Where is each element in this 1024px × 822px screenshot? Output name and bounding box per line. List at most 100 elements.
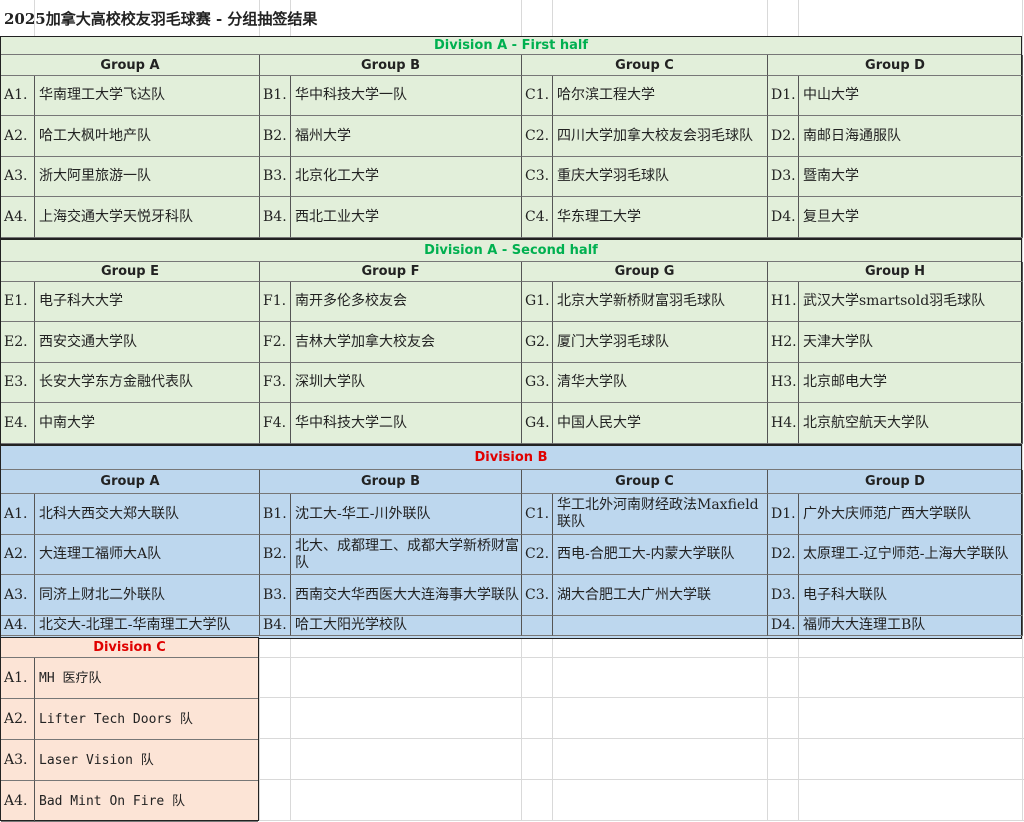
team-name[interactable]: 同济上财北二外联队 — [35, 575, 260, 616]
team-name[interactable]: 吉林大学加拿大校友会 — [291, 322, 522, 363]
team-name[interactable]: 华东理工大学 — [553, 197, 768, 238]
seed-code: F4. — [260, 403, 291, 444]
team-name[interactable]: 华南理工大学飞达队 — [35, 76, 260, 116]
seed-code: B1. — [260, 494, 291, 535]
seed-code: C2. — [522, 535, 553, 575]
team-name[interactable]: 北京航空航天大学队 — [799, 403, 1023, 444]
team-name[interactable]: 武汉大学smartsold羽毛球队 — [799, 282, 1023, 322]
team-name[interactable]: 中国人民大学 — [553, 403, 768, 444]
team-name[interactable]: 西安交通大学队 — [35, 322, 260, 363]
group-header-row: Group E Group F Group G Group H — [1, 262, 1023, 282]
team-name[interactable]: 西电-合肥工大-内蒙大学联队 — [553, 535, 768, 575]
team-name[interactable]: 复旦大学 — [799, 197, 1023, 238]
team-name[interactable]: 哈工大枫叶地产队 — [35, 116, 260, 157]
team-name[interactable]: 华中科技大学一队 — [291, 76, 522, 116]
table-row: E3. 长安大学东方金融代表队 F3. 深圳大学队 G3. 清华大学队 H3. 北京邮电大学 — [1, 363, 1023, 403]
seed-code: A1. — [1, 494, 35, 535]
seed-code: B1. — [260, 76, 291, 116]
seed-code: F1. — [260, 282, 291, 322]
team-name[interactable]: 北大、成都理工、成都大学新桥财富队 — [291, 535, 522, 575]
seed-code: E4. — [1, 403, 35, 444]
team-name[interactable]: 华工北外河南财经政法Maxfield联队 — [553, 494, 768, 535]
division-a-second-half: Division A - Second half Group E Group F Gr… — [0, 239, 1023, 445]
seed-code: H1. — [768, 282, 799, 322]
group-header: Group B — [260, 470, 522, 494]
team-name[interactable]: 浙大阿里旅游一队 — [35, 157, 260, 197]
seed-code: C4. — [522, 197, 553, 238]
team-name[interactable]: 北京化工大学 — [291, 157, 522, 197]
group-header: Group C — [522, 55, 768, 76]
team-name[interactable]: Lifter Tech Doors 队 — [35, 699, 258, 740]
seed-code: H4. — [768, 403, 799, 444]
division-c: Division C A1. MH 医疗队 A2. Lifter Tech Doors … — [0, 637, 259, 822]
seed-code: C3. — [522, 575, 553, 616]
team-name[interactable]: 厦门大学羽毛球队 — [553, 322, 768, 363]
team-name[interactable]: Laser Vision 队 — [35, 740, 258, 781]
team-name[interactable]: 深圳大学队 — [291, 363, 522, 403]
team-name[interactable] — [553, 616, 768, 636]
team-name[interactable]: 电子科大联队 — [799, 575, 1023, 616]
team-name[interactable]: 大连理工福师大A队 — [35, 535, 260, 575]
team-name[interactable]: 华中科技大学二队 — [291, 403, 522, 444]
team-name[interactable]: 哈尔滨工程大学 — [553, 76, 768, 116]
seed-code: D1. — [768, 494, 799, 535]
table-row: A2. 哈工大枫叶地产队 B2. 福州大学 C2. 四川大学加拿大校友会羽毛球队 D2. 南邮… — [1, 116, 1023, 157]
team-name[interactable]: 北京邮电大学 — [799, 363, 1023, 403]
team-name[interactable]: 上海交通大学天悦牙科队 — [35, 197, 260, 238]
seed-code: F3. — [260, 363, 291, 403]
table-row: E2. 西安交通大学队 F2. 吉林大学加拿大校友会 G2. 厦门大学羽毛球队 H2. 天津大… — [1, 322, 1023, 363]
team-name[interactable]: 福师大大连理工B队 — [799, 616, 1023, 636]
seed-code: B3. — [260, 157, 291, 197]
division-banner: Division B — [1, 446, 1021, 470]
team-name[interactable]: 北京大学新桥财富羽毛球队 — [553, 282, 768, 322]
team-name[interactable]: 四川大学加拿大校友会羽毛球队 — [553, 116, 768, 157]
seed-code: B2. — [260, 116, 291, 157]
seed-code: D2. — [768, 535, 799, 575]
seed-code: B2. — [260, 535, 291, 575]
team-name[interactable]: 广外大庆师范广西大学联队 — [799, 494, 1023, 535]
seed-code: E1. — [1, 282, 35, 322]
team-name[interactable]: 长安大学东方金融代表队 — [35, 363, 260, 403]
table-row: A4. 北交大-北理工-华南理工大学队 B4. 哈工大阳光学校队 D4. 福师大大连理工B… — [1, 616, 1023, 636]
seed-code: G3. — [522, 363, 553, 403]
group-header: Group D — [768, 55, 1023, 76]
team-name[interactable]: 北科大西交大郑大联队 — [35, 494, 260, 535]
team-name[interactable]: 清华大学队 — [553, 363, 768, 403]
team-name[interactable]: 北交大-北理工-华南理工大学队 — [35, 616, 260, 636]
team-name[interactable]: Bad Mint On Fire 队 — [35, 781, 258, 822]
seed-code: A4. — [1, 781, 35, 822]
table-row: A3. 浙大阿里旅游一队 B3. 北京化工大学 C3. 重庆大学羽毛球队 D3. 暨南大学 — [1, 157, 1023, 197]
team-name[interactable]: 西北工业大学 — [291, 197, 522, 238]
team-name[interactable]: 太原理工-辽宁师范-上海大学联队 — [799, 535, 1023, 575]
seed-code: D4. — [768, 197, 799, 238]
group-header: Group A — [1, 55, 260, 76]
team-name[interactable]: 中山大学 — [799, 76, 1023, 116]
team-name[interactable]: 南开多伦多校友会 — [291, 282, 522, 322]
seed-code: G4. — [522, 403, 553, 444]
team-name[interactable]: 南邮日海通服队 — [799, 116, 1023, 157]
team-name[interactable]: 沈工大-华工-川外联队 — [291, 494, 522, 535]
team-name[interactable]: 湖大合肥工大广州大学联 — [553, 575, 768, 616]
page-title: 2025加拿大高校校友羽毛球赛 - 分组抽签结果 — [4, 10, 318, 28]
seed-code: A3. — [1, 157, 35, 197]
team-name[interactable]: 电子科大大学 — [35, 282, 260, 322]
table-row: A2. Lifter Tech Doors 队 — [1, 699, 258, 740]
division-banner: Division A - Second half — [1, 240, 1021, 262]
team-name[interactable]: 中南大学 — [35, 403, 260, 444]
table-row: A1. 华南理工大学飞达队 B1. 华中科技大学一队 C1. 哈尔滨工程大学 D1. 中山大学 — [1, 76, 1023, 116]
team-name[interactable]: 天津大学队 — [799, 322, 1023, 363]
team-name[interactable]: 福州大学 — [291, 116, 522, 157]
seed-code: A2. — [1, 535, 35, 575]
team-name[interactable]: 重庆大学羽毛球队 — [553, 157, 768, 197]
table-row: A2. 大连理工福师大A队 B2. 北大、成都理工、成都大学新桥财富队 C2. 西电-合肥… — [1, 535, 1023, 575]
seed-code: G1. — [522, 282, 553, 322]
team-name[interactable]: 暨南大学 — [799, 157, 1023, 197]
team-name[interactable]: MH 医疗队 — [35, 658, 258, 699]
division-b: Division B Group A Group B Group C Group D A1… — [0, 445, 1023, 639]
seed-code: A1. — [1, 76, 35, 116]
seed-code: D3. — [768, 157, 799, 197]
team-name[interactable]: 哈工大阳光学校队 — [291, 616, 522, 636]
group-header-row: Group A Group B Group C Group D — [1, 55, 1023, 76]
team-name[interactable]: 西南交大华西医大大连海事大学联队 — [291, 575, 522, 616]
seed-code: H3. — [768, 363, 799, 403]
